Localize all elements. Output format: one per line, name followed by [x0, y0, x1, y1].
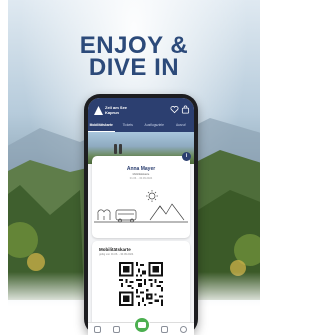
info-badge[interactable]: i [182, 152, 191, 161]
promo-banner: ENJOY & DIVE IN Zell am See Kaprun Mobil… [0, 0, 268, 335]
tab-mobilitaetskarte[interactable]: Mobilitätskarte [88, 121, 115, 132]
qr-code [119, 262, 163, 306]
pass-validity: 01.06. - 30.09.2024 [129, 177, 153, 180]
home-icon[interactable] [94, 326, 101, 333]
hiker-figure [119, 144, 122, 154]
qr-card-title: Mobilitätskarte [99, 247, 131, 252]
app-header: Zell am See Kaprun Mobilitätskarte Ticke… [88, 98, 194, 132]
phone-screen: Zell am See Kaprun Mobilitätskarte Ticke… [88, 98, 194, 335]
map-icon[interactable] [161, 326, 168, 333]
tab-ausflugsziele[interactable]: Ausflugsziele [141, 121, 168, 132]
heart-icon[interactable] [170, 105, 179, 114]
tab-ausruf[interactable]: Ausruf [168, 121, 195, 132]
pass-card[interactable]: i Anna Mayer Mobilitätskarte 01.06. - 30… [92, 152, 191, 238]
pass-type: Mobilitätskarte [132, 173, 150, 176]
qr-card-validity: gültig von 01.06. - 30.09.2024 [99, 253, 134, 256]
brand-line-2: Kaprun [105, 110, 119, 115]
pass-holder-name: Anna Mayer [126, 166, 156, 172]
phone-mockup: Zell am See Kaprun Mobilitätskarte Ticke… [84, 94, 198, 335]
mountain-logo-icon [94, 106, 103, 115]
ticket-icon[interactable] [113, 326, 120, 333]
mobility-illustration [94, 190, 188, 223]
profile-icon[interactable] [180, 326, 187, 333]
shopping-bag-icon[interactable] [181, 105, 190, 114]
card-icon[interactable] [134, 317, 150, 333]
app-tabs: Mobilitätskarte Tickets Ausflugsziele Au… [88, 121, 194, 132]
bottom-nav [88, 317, 194, 335]
headline-line-2: DIVE IN [88, 54, 180, 81]
app-brand: Zell am See Kaprun [105, 105, 127, 115]
tab-tickets[interactable]: Tickets [115, 121, 142, 132]
card-icon-glyph [138, 322, 146, 328]
hiker-figure [114, 144, 117, 154]
